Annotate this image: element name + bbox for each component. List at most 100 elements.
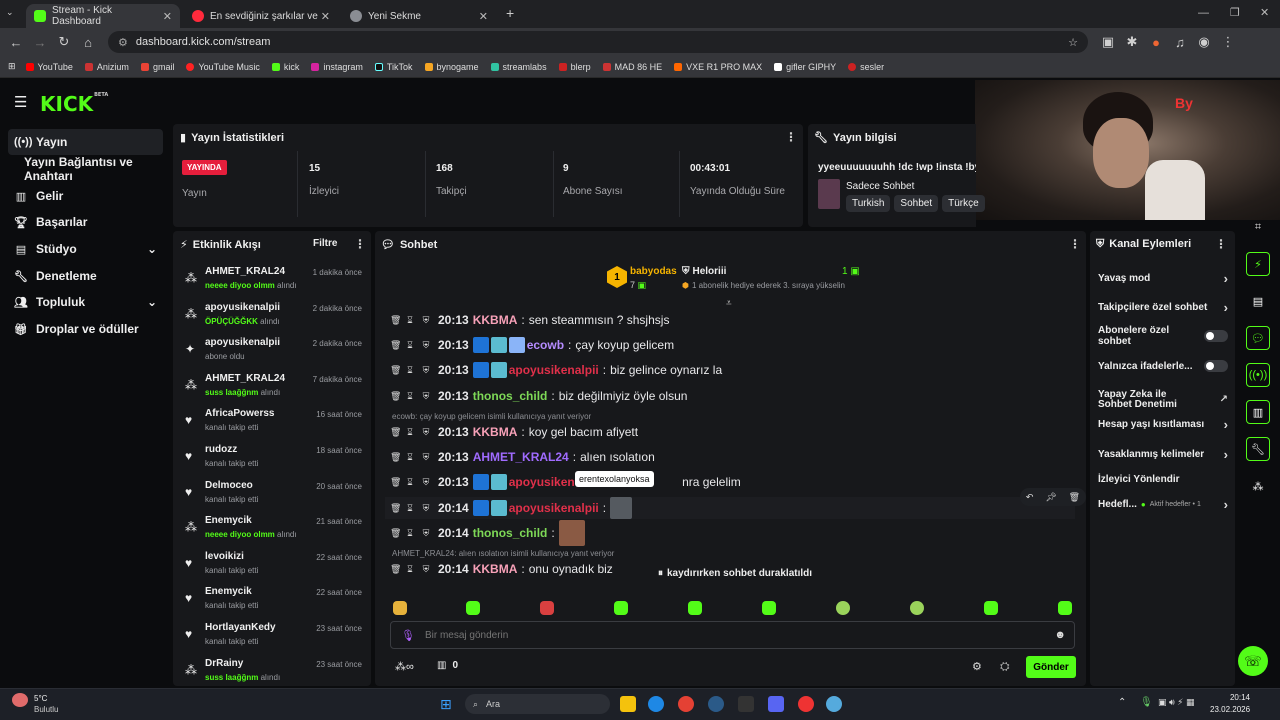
ban-icon[interactable]: ⛨ [422,365,430,376]
app-icon[interactable] [826,696,842,712]
activity-item[interactable]: ♥ HortlayanKedy kanalı takip etti 23 saat ö… [180,620,370,654]
timeout-icon[interactable]: ⌛︎ [406,427,414,438]
channel-action-item[interactable]: Yavaş mod › [1098,268,1228,288]
sidebar-item-basarilar[interactable]: 🏆︎ Başarılar [8,209,163,235]
new-tab-button[interactable]: + [506,5,514,21]
rail-broadcast-icon[interactable]: ((•)) [1246,363,1270,387]
rail-activity-icon[interactable]: ⚡︎ [1246,252,1270,276]
channel-action-item[interactable]: Yasaklanmış kelimeler › [1098,444,1228,464]
close-icon[interactable]: ✕ [321,10,330,23]
window-close-button[interactable]: ✕ [1260,6,1269,19]
send-button[interactable]: Gönder [1026,656,1076,678]
bookmark-vxe[interactable]: VXE R1 PRO MAX [674,62,762,72]
steam-icon[interactable] [708,696,724,712]
timeout-icon[interactable]: ⌛︎ [406,391,414,402]
weather-icon[interactable] [12,693,28,707]
timeout-icon[interactable]: ⌛︎ [406,477,414,488]
ban-icon[interactable]: ⛨ [422,340,430,351]
stats-menu-icon[interactable]: ⋮ [785,130,797,144]
user-badge-icon[interactable] [472,500,489,516]
delete-icon[interactable]: 🗑︎ [390,340,401,351]
activity-username[interactable]: Delmoceo [205,480,253,491]
ban-icon[interactable]: ⛨ [422,391,430,402]
channel-actions-menu-icon[interactable]: ⋮ [1215,237,1227,251]
user-badge-icon[interactable] [472,362,489,378]
pin-icon[interactable]: 📌︎ [1045,492,1056,503]
activity-item[interactable]: ♥ AfricaPowerss kanalı takip etti 16 saat ö… [180,406,370,440]
activity-item[interactable]: ♥ levoikizi kanalı takip etti 22 saat önce [180,549,370,583]
tray-icons[interactable]: ▣ 🔊︎ ⚡︎ ▦ [1158,697,1195,708]
category-name[interactable]: Sadece Sohbet [846,181,914,192]
tag-sohbet[interactable]: Sohbet [894,195,939,212]
bookmark-mad86he[interactable]: MAD 86 HE [602,62,662,72]
bookmark-anizium[interactable]: Anizium [84,62,129,72]
kicks-icon[interactable]: ⁂∞ [395,660,414,673]
reload-icon[interactable]: ↻ [52,34,76,50]
taskbar-search[interactable]: ⌕ Ara [465,694,610,714]
user-badge-icon[interactable] [472,337,489,353]
menu-icon[interactable]: ⋮ [1216,34,1240,50]
chat-message[interactable]: 🗑︎ ⌛︎ ⛨ 20:13 AHMET_KRAL24: alıen ısolatıon [390,446,655,468]
extension-icon[interactable]: ▣ [1096,34,1120,50]
reply-context[interactable]: AHMET_KRAL24: alıen ısolatıon isimli kul… [392,549,614,558]
activity-item[interactable]: ⁂ Enemycik neeee diyoo olmm alındı 21 saat … [180,513,370,547]
emote-icon[interactable] [466,601,480,615]
bookmark-giphy[interactable]: gifler GIPHY [774,62,836,72]
kicks-counter[interactable]: ▥ 0 [437,660,458,671]
tray-chevron-icon[interactable]: ⌃ [1118,697,1126,708]
support-bubble-icon[interactable]: ☏ [1238,646,1268,676]
bookmark-kick[interactable]: kick [271,62,299,72]
activity-username[interactable]: AfricaPowerss [205,408,274,419]
chat-message[interactable]: 🗑︎ ⌛︎ ⛨ 20:13 apoyusikenalpii: biz gelince oy… [390,359,722,381]
site-info-icon[interactable]: ⚙ [118,36,128,49]
message-username[interactable]: apoyusikenalpii [509,501,599,515]
user-badge-icon[interactable] [490,362,507,378]
emote-icon[interactable] [688,601,702,615]
leaderboard-second[interactable]: ⛨ Heloriii [682,266,726,277]
bookmark-instagram[interactable]: instagram [311,62,363,72]
emote-icon[interactable] [1058,601,1072,615]
user-badge-icon[interactable] [472,474,489,490]
activity-username[interactable]: AHMET_KRAL24 [205,373,285,384]
file-explorer-icon[interactable] [620,696,636,712]
close-icon[interactable]: ✕ [163,10,172,23]
chat-message[interactable]: 🗑︎ ⌛︎ ⛨ 20:14 apoyusikenalpii: [385,497,1075,519]
sidebar-item-stream-key[interactable]: Yayın Bağlantısı ve Anahtarı [8,155,173,183]
channel-action-item[interactable]: Hesap yaşı kısıtlaması › [1098,414,1228,434]
message-username[interactable]: KKBMA [473,313,518,327]
activity-menu-icon[interactable]: ⋮ [354,237,366,251]
chat-message[interactable]: 🗑︎ ⌛︎ ⛨ 20:14 thonos_child: [390,520,585,546]
tab-kick-dashboard[interactable]: Stream - Kick Dashboard ✕ [26,4,180,28]
channel-action-item[interactable]: Hedefl... ● Aktif hedefler • 1 › [1098,494,1228,514]
emoji-icon[interactable]: ☻ [1054,629,1066,641]
activity-username[interactable]: apoyusikenalpii [205,337,280,348]
bookmark-sesler[interactable]: sesler [848,62,884,72]
rail-chat-icon[interactable]: 💬︎ [1246,326,1270,350]
bookmark-youtube-music[interactable]: YouTube Music [186,62,260,72]
edge-icon[interactable] [648,696,664,712]
emote-image[interactable] [558,520,585,546]
delete-icon[interactable]: 🗑︎ [390,427,401,438]
emote-icon[interactable] [910,601,924,615]
forward-icon[interactable]: → [28,35,52,50]
sidebar-item-studyo[interactable]: ▤ Stüdyo ⌄ [8,236,163,262]
emote-icon[interactable] [762,601,776,615]
emote-icon[interactable] [393,601,407,615]
delete-icon[interactable]: 🗑︎ [1069,492,1080,503]
sidebar-item-denetleme[interactable]: 🔧︎ Denetleme [8,263,163,289]
activity-item[interactable]: ⁂ apoyusikenalpii ÖPÜÇÜĞĞKK alındı 2 dakika… [180,300,370,334]
bookmark-youtube[interactable]: YouTube [25,62,73,72]
back-icon[interactable]: ← [4,35,28,50]
app-icon[interactable] [798,696,814,712]
channel-action-item[interactable]: Abonelere özel sohbet [1098,325,1228,347]
chat-message[interactable]: 🗑︎⌛︎⛨20:13apoyusiken:nra gelelim [390,471,741,493]
delete-icon[interactable]: 🗑︎ [390,315,401,326]
bookmark-streamlabs[interactable]: streamlabs [490,62,547,72]
ban-icon[interactable]: ⛨ [422,503,430,514]
activity-item[interactable]: ♥ Delmoceo kanalı takip etti 20 saat önce [180,478,370,512]
tab-search-icon[interactable]: ⌄ [6,7,14,18]
avatar[interactable]: ◉ [1192,34,1216,50]
chat-input[interactable] [424,629,1025,641]
sidebar-item-yayin[interactable]: ((•)) Yayın [8,129,163,155]
url-field[interactable]: ⚙ dashboard.kick.com/stream ☆ [108,31,1088,53]
